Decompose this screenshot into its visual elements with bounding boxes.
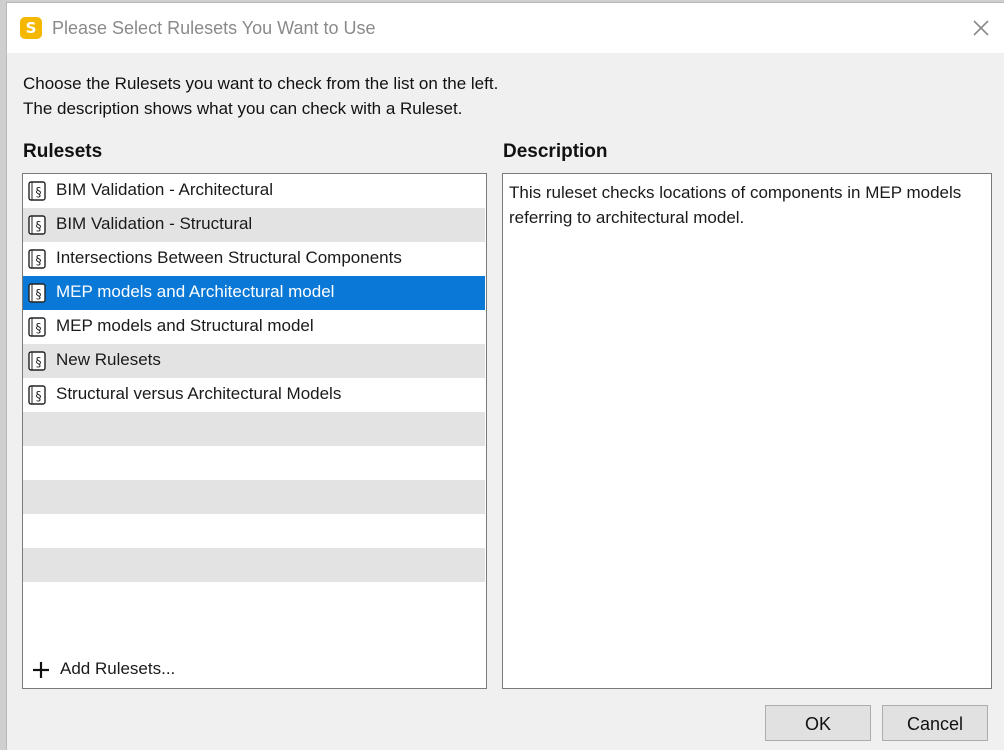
dialog-title: Please Select Rulesets You Want to Use (52, 18, 376, 38)
empty-list-row (23, 514, 485, 548)
empty-list-row (23, 446, 485, 480)
svg-text:§: § (36, 253, 42, 267)
plus-icon (33, 662, 49, 678)
add-rulesets-label: Add Rulesets... (60, 659, 176, 678)
ruleset-item[interactable]: § MEP models and Structural model (23, 310, 485, 344)
ruleset-item-label: BIM Validation - Architectural (56, 180, 273, 199)
ruleset-item[interactable]: § New Rulesets (23, 344, 485, 378)
cancel-button[interactable]: Cancel (882, 705, 988, 741)
instructions: Choose the Rulesets you want to check fr… (23, 71, 498, 121)
rulesets-list[interactable]: § BIM Validation - Architectural § BIM Vali… (22, 173, 487, 689)
ruleset-item[interactable]: § MEP models and Architectural model (23, 276, 485, 310)
empty-list-row (23, 412, 485, 446)
rulesets-heading: Rulesets (23, 141, 103, 162)
description-panel: This ruleset checks locations of compone… (502, 173, 992, 689)
ruleset-item-label: Structural versus Architectural Models (56, 384, 342, 403)
ruleset-item-label: New Rulesets (56, 350, 161, 369)
svg-text:§: § (36, 185, 42, 199)
svg-text:§: § (36, 389, 42, 403)
ruleset-icon: § (28, 249, 46, 269)
close-icon (973, 20, 989, 36)
svg-text:§: § (36, 219, 42, 233)
app-logo-icon: S (20, 17, 42, 39)
ruleset-item-label: Intersections Between Structural Compone… (56, 248, 402, 267)
instruction-line-2: The description shows what you can check… (23, 99, 463, 118)
ruleset-item-label: MEP models and Structural model (56, 316, 314, 335)
ruleset-dialog: S Please Select Rulesets You Want to Use… (6, 2, 1004, 750)
svg-text:§: § (36, 287, 42, 301)
ok-button[interactable]: OK (765, 705, 871, 741)
close-button[interactable] (966, 13, 996, 43)
ruleset-item[interactable]: § Intersections Between Structural Compon… (23, 242, 485, 276)
ruleset-icon: § (28, 385, 46, 405)
description-text: This ruleset checks locations of compone… (509, 183, 962, 227)
empty-list-row (23, 480, 485, 514)
ruleset-icon: § (28, 283, 46, 303)
svg-text:§: § (36, 321, 42, 335)
ruleset-item-label: MEP models and Architectural model (56, 282, 335, 301)
ruleset-icon: § (28, 181, 46, 201)
ruleset-item[interactable]: § BIM Validation - Structural (23, 208, 485, 242)
ruleset-item[interactable]: § BIM Validation - Architectural (23, 174, 485, 208)
title-bar: S Please Select Rulesets You Want to Use (7, 3, 1004, 53)
empty-list-row (23, 548, 485, 582)
instruction-line-1: Choose the Rulesets you want to check fr… (23, 74, 499, 93)
description-heading: Description (503, 141, 608, 162)
ruleset-item-label: BIM Validation - Structural (56, 214, 253, 233)
ruleset-icon: § (28, 351, 46, 371)
ruleset-icon: § (28, 317, 46, 337)
ruleset-icon: § (28, 215, 46, 235)
ruleset-item[interactable]: § Structural versus Architectural Models (23, 378, 485, 412)
svg-text:§: § (36, 355, 42, 369)
